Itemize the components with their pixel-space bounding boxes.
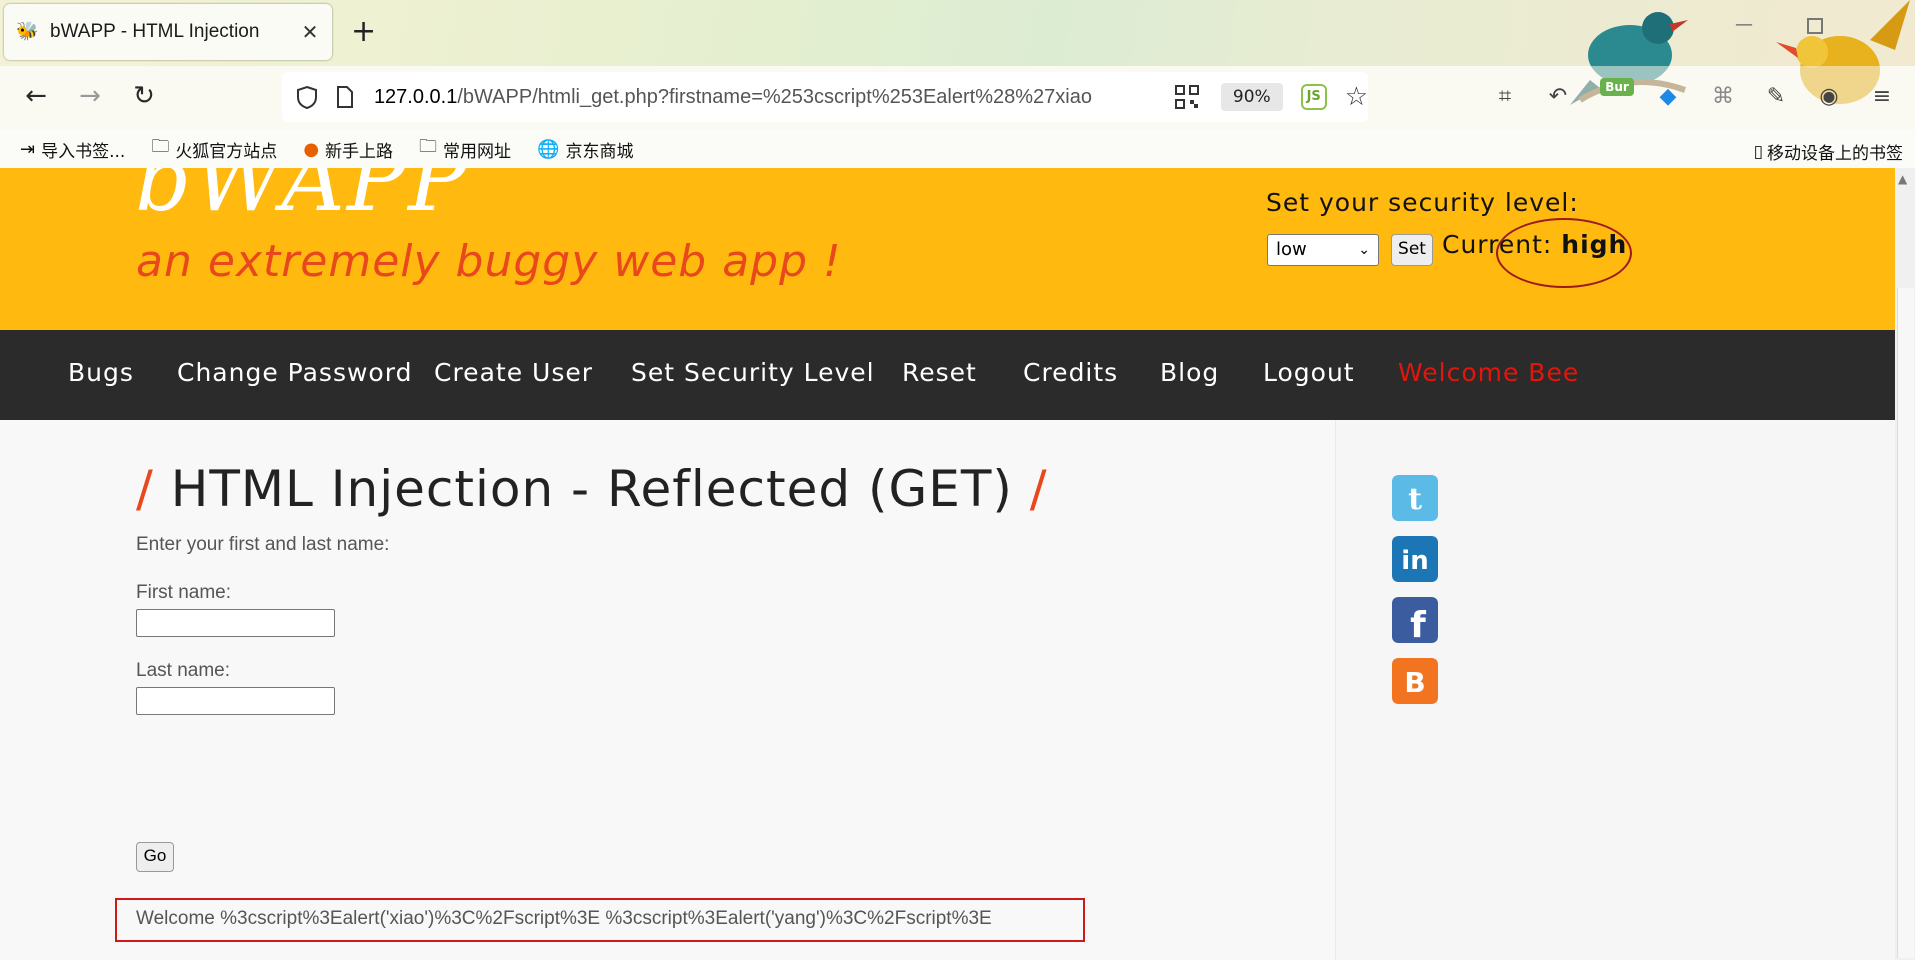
bookmark-label: 京东商城 [565,141,634,162]
svg-text:f: f [1410,605,1426,643]
main-content: / HTML Injection - Reflected (GET) / Ent… [0,420,1336,960]
forward-arrow-icon[interactable]: → [70,76,110,116]
menu-item-welcome[interactable]: Welcome Bee [1398,358,1579,387]
menu-item-credits[interactable]: Credits [1023,358,1118,387]
blogger-icon[interactable]: B [1392,658,1438,704]
browser-tab-bar: 🐝 bWAPP - HTML Injection ✕ + — [0,0,1915,105]
tab-title: bWAPP - HTML Injection [50,21,260,42]
security-level-select[interactable]: low ⌄ [1267,234,1379,266]
bookmark-star-icon[interactable]: ☆ [1345,82,1368,112]
close-tab-icon[interactable]: ✕ [296,20,324,44]
url-host: 127.0.0.1 [373,85,458,108]
svg-text:t: t [1408,482,1422,517]
bookmark-getting-started[interactable]: ● 新手上路 [303,137,393,162]
folder-icon: 🗀 [419,136,438,157]
page-info-icon[interactable] [336,86,358,108]
bookmark-firefox-official[interactable]: 🗀 火狐官方站点 [151,134,277,164]
first-name-label: First name: [136,582,232,603]
url-path: /bWAPP/htmli_get.php?firstname=%253cscri… [457,85,1092,108]
menu-item-reset[interactable]: Reset [902,358,977,387]
twitter-icon[interactable]: t [1392,475,1438,521]
page-viewport: bWAPP an extremely buggy web app ! Set y… [0,168,1915,960]
globe-icon: 🌐 [537,138,560,160]
zoom-level-button[interactable]: 90% [1220,83,1283,111]
svg-text:in: in [1401,546,1428,576]
bookmark-label: 常用网址 [443,141,512,162]
bookmark-jd[interactable]: 🌐 京东商城 [537,137,633,162]
menu-item-set-security-level[interactable]: Set Security Level [631,358,875,387]
menu-item-blog[interactable]: Blog [1160,358,1219,387]
address-bar[interactable]: 127.0.0.1/bWAPP/htmli_get.php?firstname=… [282,72,1368,122]
url-text[interactable]: 127.0.0.1/bWAPP/htmli_get.php?firstname=… [374,86,1163,109]
folder-icon: 🗀 [151,136,170,157]
reload-icon[interactable]: ↻ [124,76,164,116]
command-extension-icon[interactable]: ⌘ [1708,82,1738,112]
menu-item-create-user[interactable]: Create User [434,358,593,387]
annotation-circle [1496,218,1632,288]
minimize-window-icon[interactable]: — [1735,14,1755,35]
scrollbar-thumb[interactable] [1897,288,1914,958]
svg-text:B: B [1404,666,1425,699]
cookie-extension-icon[interactable]: ◉ [1814,82,1844,112]
menu-hamburger-icon[interactable]: ≡ [1867,82,1897,112]
title-slash-left: / [136,460,154,518]
page-title: / HTML Injection - Reflected (GET) / [136,460,1048,518]
crop-screenshot-icon[interactable]: ⌗ [1490,82,1520,112]
page-scrollbar[interactable]: ▲ [1895,168,1915,960]
menu-item-change-password[interactable]: Change Password [177,358,412,387]
burp-extension-icon[interactable]: Bur [1600,78,1634,96]
chevron-down-icon: ⌄ [1358,242,1370,258]
mobile-device-icon: ▯ [1753,141,1763,162]
bookmarks-bar: ⇥ 导入书签... 🗀 火狐官方站点 ● 新手上路 🗀 常用网址 🌐 京东商城 ▯ 移动设备… [0,130,1915,168]
scroll-up-icon[interactable]: ▲ [1898,172,1907,186]
bookmark-label: 火狐官方站点 [175,141,278,162]
bookmark-common-sites[interactable]: 🗀 常用网址 [419,134,511,164]
facebook-icon[interactable]: f [1392,597,1438,643]
translate-extension-icon[interactable]: ◆ [1653,82,1683,112]
new-tab-button[interactable]: + [351,14,376,50]
back-arrow-icon[interactable]: ← [16,76,56,116]
mobile-bookmarks-label: 移动设备上的书签 [1767,144,1903,164]
menu-item-logout[interactable]: Logout [1263,358,1355,387]
security-select-value: low [1276,239,1307,260]
page-title-text: HTML Injection - Reflected (GET) [170,460,1013,518]
menu-item-bugs[interactable]: Bugs [68,358,134,387]
first-name-field[interactable] [136,609,335,637]
set-security-button[interactable]: Set [1391,234,1433,266]
bookmark-label: 导入书签... [41,141,126,162]
security-level-label: Set your security level: [1266,188,1579,217]
firefox-icon: ● [303,138,320,160]
go-button[interactable]: Go [136,842,174,872]
site-logo[interactable]: bWAPP [135,168,469,231]
notes-extension-icon[interactable]: ✎ [1761,82,1791,112]
linkedin-icon[interactable]: in [1392,536,1438,582]
shield-icon[interactable] [296,85,322,109]
site-header: bWAPP an extremely buggy web app ! Set y… [0,168,1895,330]
title-slash-right: / [1029,460,1048,518]
mobile-bookmarks[interactable]: ▯ 移动设备上的书签 [1753,139,1903,165]
bee-favicon-icon: 🐝 [16,21,39,42]
import-icon: ⇥ [20,138,36,160]
qr-code-icon[interactable] [1174,85,1203,109]
main-menu: Bugs Change Password Create User Set Sec… [0,330,1895,420]
bookmark-import[interactable]: ⇥ 导入书签... [20,137,125,162]
welcome-result-text: Welcome %3cscript%3Ealert('xiao')%3C%2Fs… [136,908,992,929]
bookmark-label: 新手上路 [325,141,394,162]
browser-tab[interactable]: 🐝 bWAPP - HTML Injection ✕ [4,4,332,60]
nodejs-extension-icon[interactable]: JS [1300,84,1327,110]
last-name-field[interactable] [136,687,335,715]
browser-nav-bar: ← → ↻ 127.0.0.1/bWAPP/htmli_get.php?firs… [0,66,1915,130]
last-name-label: Last name: [136,660,230,681]
form-intro: Enter your first and last name: [136,534,390,555]
site-tagline: an extremely buggy web app ! [136,236,842,287]
undo-close-tab-icon[interactable]: ↶ [1543,82,1573,112]
